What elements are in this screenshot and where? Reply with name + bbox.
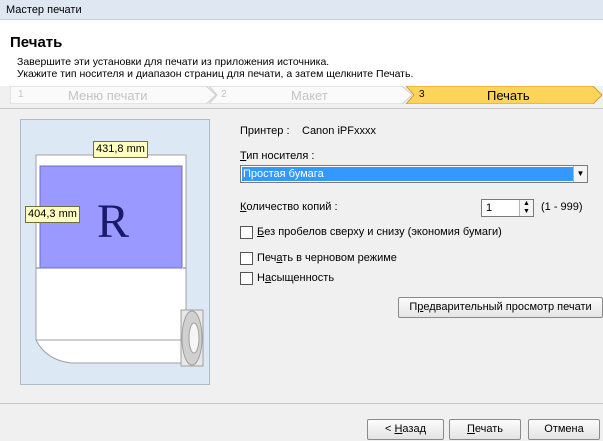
window-title: Мастер печати [6,4,82,16]
header-instruction-1: Завершите эти установки для печати из пр… [17,56,330,68]
spin-up-icon[interactable]: ▲ [520,200,533,208]
copies-stepper[interactable]: 1 ▲ ▼ [481,199,534,217]
step-label: Печать [487,88,530,103]
draft-mode-label[interactable]: Печать в черновом режиме [257,252,397,264]
draft-mode-checkbox[interactable] [240,252,253,265]
step-print[interactable]: 3 Печать [406,86,603,104]
wizard-steps: 1 Меню печати 2 Макет 3 Печать [10,86,603,104]
media-type-selected: Простая бумага [242,167,575,181]
label-text: ечать [474,423,504,435]
roll-paper-illustration [35,154,204,367]
spin-buttons[interactable]: ▲ ▼ [519,200,533,216]
step-layout[interactable]: 2 Макет [209,86,414,104]
chevron-down-icon[interactable]: ▼ [573,166,587,182]
back-button[interactable]: < Назад [367,419,444,440]
label-text: ть в черновом режиме [282,252,397,264]
wizard-header: Печать Завершите эти установки для печат… [0,20,603,86]
step-number: 2 [221,89,227,100]
printer-name: Canon iPFxxxx [302,125,376,137]
window-titlebar: Мастер печати [0,0,603,20]
saturation-label[interactable]: Насыщенность [257,272,334,284]
access-key: П [466,423,475,435]
printer-label: Принтер : [240,125,290,137]
label-text: едварительный просмотр печати [423,301,592,313]
footer-divider [0,403,603,404]
step-label: Макет [291,88,328,103]
print-settings-panel: Принтер : Canon iPFxxxx Тип носителя : П… [232,119,603,399]
header-divider [0,108,603,109]
saturation-checkbox[interactable] [240,272,253,285]
label-text: ез пробелов сверху и снизу (экономия бум… [264,226,502,238]
label-text: азад [402,423,426,435]
borderless-label[interactable]: Без пробелов сверху и снизу (экономия бу… [257,226,502,238]
print-preview-button[interactable]: Предварительный просмотр печати [398,297,603,318]
paper-height-label: 404,3 mm [25,206,80,223]
media-type-select[interactable]: Простая бумага ▼ [240,165,588,183]
cancel-button[interactable]: Отмена [528,419,600,440]
media-type-label: Тип носителя : [240,150,314,162]
label-text: Н [257,272,265,284]
step-label: Меню печати [68,88,148,103]
borderless-checkbox[interactable] [240,226,253,239]
layout-preview: R 431,8 mm 404,3 mm [20,119,210,385]
header-instruction-2: Укажите тип носителя и диапазон страниц … [17,68,414,80]
step-print-menu[interactable]: 1 Меню печати [10,86,218,104]
label-text: Печ [257,252,277,264]
sample-letter: R [97,195,130,248]
step-number: 1 [18,89,24,100]
copies-value: 1 [486,202,493,214]
copies-label: Количество копий : [240,201,338,213]
print-button[interactable]: Печать [449,419,521,440]
copies-range: (1 - 999) [541,201,583,213]
step-number: 3 [419,89,425,100]
page-title: Печать [10,34,63,51]
label-text: ип носителя : [246,150,315,162]
label-text: оличество копий : [246,201,338,213]
spin-down-icon[interactable]: ▼ [520,208,533,216]
label-text: сыщенность [271,272,335,284]
paper-width-label: 431,8 mm [93,141,148,158]
